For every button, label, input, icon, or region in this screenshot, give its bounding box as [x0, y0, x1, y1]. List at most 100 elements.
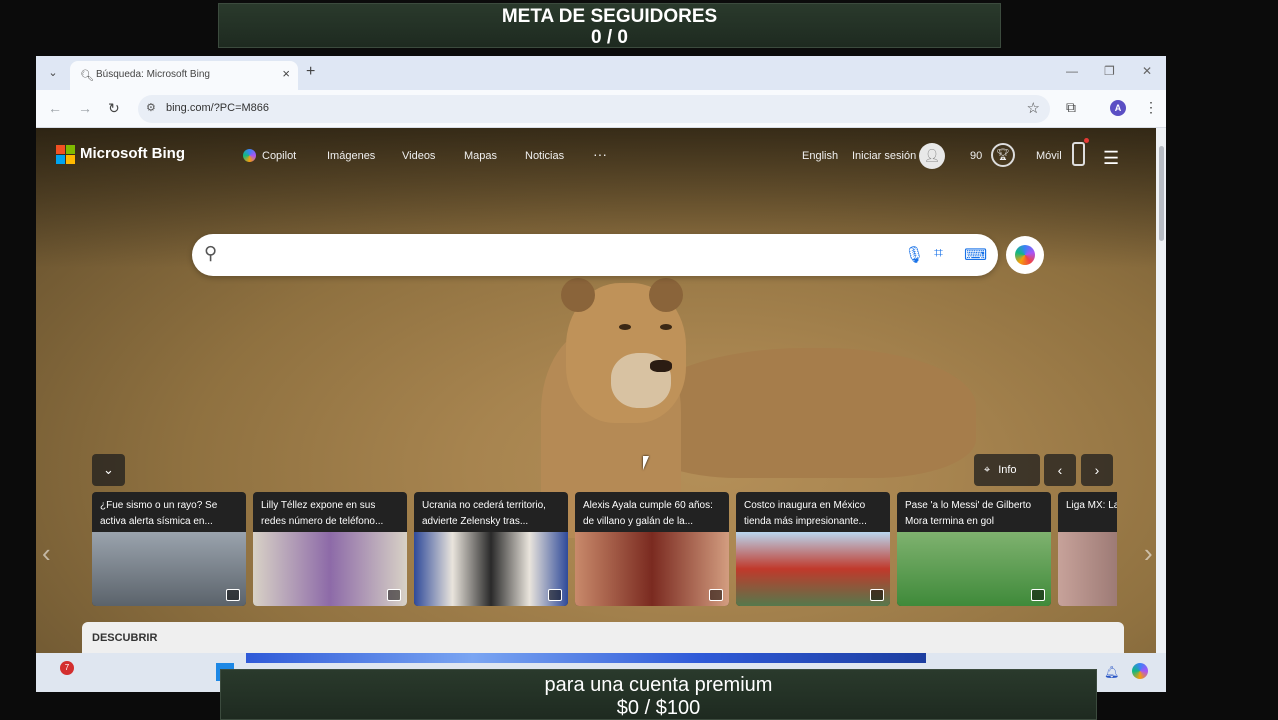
minimize-icon[interactable]: — — [1066, 64, 1078, 78]
mobile-link[interactable]: Móvil — [1036, 150, 1062, 162]
bell-icon[interactable]: 🔔︎ — [1104, 665, 1119, 679]
nav-images[interactable]: Imágenes — [327, 150, 375, 162]
search-icon: 🔍︎ — [80, 70, 94, 82]
lioness-ear-right — [649, 278, 683, 312]
news-card[interactable]: Alexis Ayala cumple 60 años: de villano … — [575, 492, 729, 606]
visual-search-icon[interactable]: ⌗ — [934, 245, 943, 263]
next-image-button[interactable]: › — [1081, 454, 1113, 486]
back-icon[interactable]: ← — [48, 100, 62, 116]
language-link[interactable]: English — [802, 150, 838, 162]
restore-icon[interactable]: ❐ — [1104, 64, 1115, 78]
news-card-image — [736, 532, 890, 606]
video-badge-icon — [1031, 589, 1045, 601]
tab-strip: ⌄ 🔍︎ Búsqueda: Microsoft Bing × + — ❐ ✕ — [36, 56, 1166, 90]
news-card[interactable]: Ucrania no cederá territorio, advierte Z… — [414, 492, 568, 606]
close-window-icon[interactable]: ✕ — [1142, 64, 1152, 78]
news-card-title: Ucrania no cederá territorio, advierte Z… — [422, 500, 546, 527]
rewards-points[interactable]: 90 — [970, 150, 982, 162]
copilot-icon — [1015, 245, 1035, 265]
video-badge-icon — [709, 589, 723, 601]
bing-homepage: Microsoft Bing Copilot Imágenes Videos M… — [36, 128, 1156, 653]
microphone-icon[interactable]: 🎙︎ — [904, 245, 924, 265]
bookmark-star-icon[interactable]: ☆ — [1027, 99, 1040, 117]
profile-avatar[interactable]: A — [1110, 100, 1126, 116]
browser-toolbar: ← → ↻ ⚙ bing.com/?PC=M866 ☆ ⧉ A ⋮ — [36, 90, 1166, 128]
extensions-icon[interactable]: ⧉ — [1066, 99, 1076, 116]
bing-logo-text[interactable]: Microsoft Bing — [80, 145, 185, 162]
bing-header: Microsoft Bing Copilot Imágenes Videos M… — [36, 128, 1156, 184]
news-card[interactable]: Costco inaugura en México tienda más imp… — [736, 492, 890, 606]
rewards-trophy-icon[interactable]: 🏆︎ — [991, 143, 1015, 167]
image-info-button[interactable]: ⌖ Info — [974, 454, 1040, 486]
site-info-icon[interactable]: ⚙ — [146, 101, 156, 114]
follower-goal-count: 0 / 0 — [591, 27, 628, 48]
news-card-image — [897, 532, 1051, 606]
scrollbar-thumb[interactable] — [1159, 146, 1164, 241]
tab-title: Búsqueda: Microsoft Bing — [96, 69, 210, 80]
mouse-cursor — [643, 456, 649, 470]
news-card-title: Pase 'a lo Messi' de Gilberto Mora termi… — [905, 500, 1032, 527]
news-card[interactable]: Lilly Téllez expone en sus redes número … — [253, 492, 407, 606]
donation-goal-overlay: para una cuenta premium $0 / $100 — [220, 669, 1097, 720]
page-scrollbar[interactable] — [1156, 128, 1166, 653]
mobile-phone-icon[interactable] — [1072, 142, 1085, 166]
lioness-ear-left — [561, 278, 595, 312]
microsoft-logo-icon[interactable] — [56, 145, 76, 165]
lioness-nose — [650, 360, 672, 372]
url-text[interactable]: bing.com/?PC=M866 — [166, 102, 269, 114]
follower-goal-title: META DE SEGUIDORES — [501, 6, 718, 27]
news-card[interactable]: ¿Fue sismo o un rayo? Se activa alerta s… — [92, 492, 246, 606]
news-card-image — [1058, 532, 1117, 606]
news-card-title: Alexis Ayala cumple 60 años: de villano … — [583, 500, 713, 527]
tab-bing-search[interactable]: 🔍︎ Búsqueda: Microsoft Bing × — [70, 61, 298, 90]
video-badge-icon — [870, 589, 884, 601]
news-card-title: Costco inaugura en México tienda más imp… — [744, 500, 867, 527]
browser-window: ⌄ 🔍︎ Búsqueda: Microsoft Bing × + — ❐ ✕ … — [36, 56, 1166, 692]
copilot-taskbar-icon[interactable] — [1132, 663, 1148, 679]
search-box[interactable]: ⚲ 🎙︎ ⌗ ⌨ — [192, 234, 998, 276]
hamburger-menu-icon[interactable]: ☰ — [1103, 148, 1119, 169]
video-badge-icon — [548, 589, 562, 601]
donation-goal-title: para una cuenta premium — [544, 674, 773, 696]
nav-more[interactable]: ··· — [593, 146, 607, 162]
close-tab-icon[interactable]: × — [282, 66, 290, 81]
nav-news[interactable]: Noticias — [525, 150, 564, 162]
info-label: Info — [998, 464, 1017, 476]
forward-icon[interactable]: → — [78, 100, 92, 116]
lioness-eye-left — [619, 324, 631, 330]
carousel-prev-icon[interactable]: ‹ — [42, 538, 51, 569]
location-pin-icon: ⌖ — [984, 464, 991, 476]
previous-image-button[interactable]: ‹ — [1044, 454, 1076, 486]
news-card-image — [575, 532, 729, 606]
copilot-search-button[interactable] — [1006, 236, 1044, 274]
keyboard-icon[interactable]: ⌨ — [964, 245, 987, 265]
lioness-eye-right — [660, 324, 672, 330]
background-lioness-body — [636, 348, 976, 478]
news-card[interactable]: Pase 'a lo Messi' de Gilberto Mora termi… — [897, 492, 1051, 606]
discover-label: DESCUBRIR — [92, 632, 158, 644]
news-card[interactable]: Liga MX: La palabras de — [1058, 492, 1117, 606]
notification-badge[interactable]: 7 — [60, 661, 74, 675]
nav-maps[interactable]: Mapas — [464, 150, 497, 162]
search-input[interactable] — [236, 242, 876, 268]
news-card-image — [253, 532, 407, 606]
nav-copilot[interactable]: Copilot — [262, 150, 296, 162]
search-icon: ⚲ — [204, 243, 218, 263]
user-avatar-icon[interactable]: 👤︎ — [919, 143, 945, 169]
video-badge-icon — [387, 589, 401, 601]
browser-menu-icon[interactable]: ⋮ — [1144, 99, 1158, 116]
carousel-next-icon[interactable]: › — [1144, 538, 1153, 569]
address-bar[interactable]: ⚙ bing.com/?PC=M866 ☆ — [138, 95, 1050, 123]
tab-search-dropdown-icon[interactable]: ⌄ — [44, 64, 62, 82]
nav-videos[interactable]: Videos — [402, 150, 435, 162]
news-card-title: Lilly Téllez expone en sus redes número … — [261, 500, 384, 527]
donation-goal-amount: $0 / $100 — [616, 697, 701, 719]
reload-icon[interactable]: ↻ — [108, 100, 120, 117]
notification-dot — [1084, 138, 1089, 143]
video-badge-icon — [226, 589, 240, 601]
copilot-icon — [243, 149, 256, 162]
collapse-feed-button[interactable]: ⌄ — [92, 454, 125, 486]
signin-link[interactable]: Iniciar sesión — [852, 150, 916, 162]
news-card-image — [92, 532, 246, 606]
new-tab-icon[interactable]: + — [306, 63, 315, 81]
